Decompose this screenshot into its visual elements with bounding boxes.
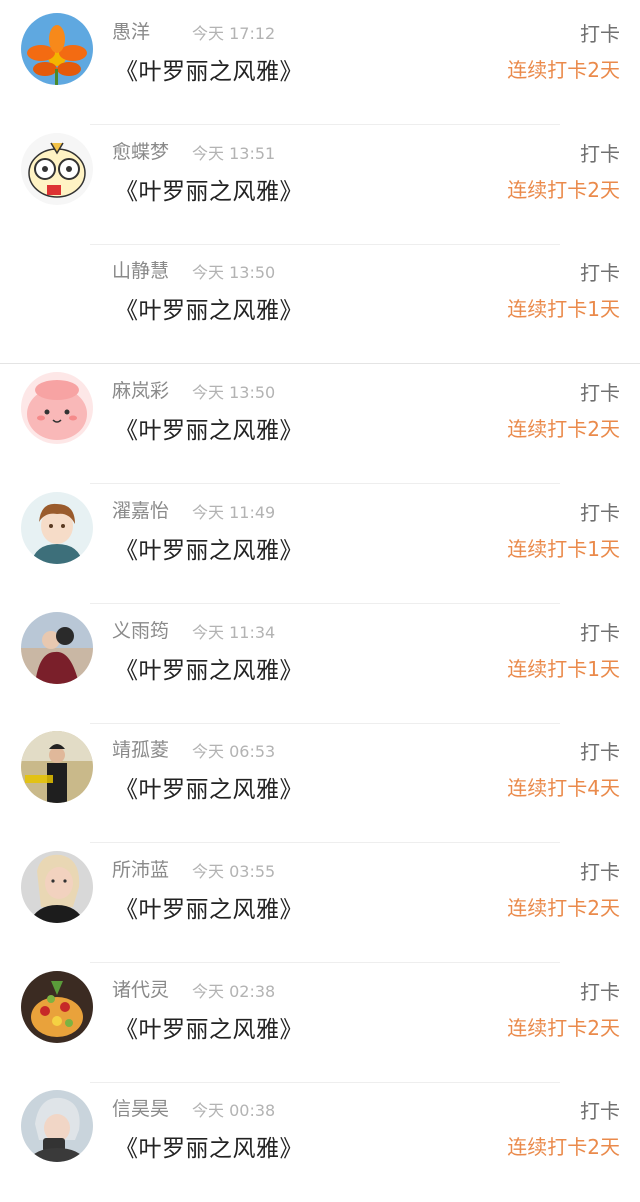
post-time: 今天 13:50 — [192, 263, 276, 282]
avatar[interactable] — [21, 252, 93, 324]
checkin-row[interactable]: 愈蝶梦 今天 13:51 《叶罗丽之风雅》 打卡连续打卡2天 — [0, 125, 640, 245]
avatar[interactable] — [21, 731, 93, 803]
checkin-row[interactable]: 诸代灵 今天 02:38 《叶罗丽之风雅》 打卡连续打卡2天 — [0, 963, 640, 1083]
checkin-label: 打卡 — [580, 142, 620, 166]
checkin-label: 打卡 — [580, 740, 620, 764]
streak-label: 连续打卡1天 — [507, 657, 620, 681]
post-time: 今天 02:38 — [192, 982, 276, 1001]
user-name[interactable]: 愈蝶梦 — [112, 137, 169, 164]
checkin-label: 打卡 — [580, 621, 620, 645]
book-title[interactable]: 《叶罗丽之风雅》 — [115, 1010, 303, 1044]
post-time: 今天 13:50 — [192, 383, 276, 402]
user-name[interactable]: 山静慧 — [112, 256, 169, 283]
checkin-row[interactable]: 麻岚彩 今天 13:50 《叶罗丽之风雅》 打卡连续打卡2天 — [0, 364, 640, 484]
streak-label: 连续打卡4天 — [507, 776, 620, 800]
post-time: 今天 00:38 — [192, 1101, 276, 1120]
user-name[interactable]: 诸代灵 — [112, 975, 169, 1002]
post-time: 今天 13:51 — [192, 144, 276, 163]
checkin-label: 打卡 — [580, 261, 620, 285]
streak-label: 连续打卡2天 — [507, 1135, 620, 1159]
book-title[interactable]: 《叶罗丽之风雅》 — [115, 291, 303, 325]
avatar[interactable] — [21, 1090, 93, 1162]
streak-label: 连续打卡2天 — [507, 58, 620, 82]
book-title[interactable]: 《叶罗丽之风雅》 — [115, 52, 303, 86]
avatar[interactable] — [21, 133, 93, 205]
post-time: 今天 17:12 — [192, 24, 276, 43]
post-time: 今天 11:34 — [192, 623, 276, 642]
book-title[interactable]: 《叶罗丽之风雅》 — [115, 531, 303, 565]
checkin-label: 打卡 — [580, 980, 620, 1004]
user-name[interactable]: 信昊昊 — [112, 1094, 169, 1121]
book-title[interactable]: 《叶罗丽之风雅》 — [115, 172, 303, 206]
checkin-row[interactable]: 愚洋 今天 17:12 《叶罗丽之风雅》 打卡连续打卡2天 — [0, 5, 640, 125]
book-title[interactable]: 《叶罗丽之风雅》 — [115, 770, 303, 804]
avatar[interactable] — [21, 372, 93, 444]
streak-label: 连续打卡2天 — [507, 896, 620, 920]
user-name[interactable]: 所沛蓝 — [112, 855, 169, 882]
avatar[interactable] — [21, 492, 93, 564]
book-title[interactable]: 《叶罗丽之风雅》 — [115, 651, 303, 685]
streak-label: 连续打卡1天 — [507, 537, 620, 561]
checkin-row[interactable]: 濯嘉怡 今天 11:49 《叶罗丽之风雅》 打卡连续打卡1天 — [0, 484, 640, 604]
checkin-list: 愚洋 今天 17:12 《叶罗丽之风雅》 打卡 连续打卡2天 愈蝶梦 今天 13:51 《叶罗… — [0, 0, 640, 1167]
streak-label: 连续打卡2天 — [507, 178, 620, 202]
checkin-label: 打卡 — [580, 22, 620, 46]
avatar[interactable] — [21, 13, 93, 85]
avatar[interactable] — [21, 971, 93, 1043]
checkin-row[interactable]: 所沛蓝 今天 03:55 《叶罗丽之风雅》 打卡连续打卡2天 — [0, 843, 640, 963]
streak-label: 连续打卡1天 — [507, 297, 620, 321]
streak-label: 连续打卡2天 — [507, 1016, 620, 1040]
post-time: 今天 11:49 — [192, 503, 276, 522]
avatar[interactable] — [21, 851, 93, 923]
checkin-row[interactable]: 山静慧 今天 13:50 《叶罗丽之风雅》 打卡连续打卡1天 — [0, 244, 640, 364]
user-name[interactable]: 靖孤菱 — [112, 735, 169, 762]
book-title[interactable]: 《叶罗丽之风雅》 — [115, 411, 303, 445]
user-name[interactable]: 愚洋 — [112, 17, 150, 44]
streak-label: 连续打卡2天 — [507, 417, 620, 441]
user-name[interactable]: 义雨筠 — [112, 616, 169, 643]
checkin-label: 打卡 — [580, 501, 620, 525]
checkin-label: 打卡 — [580, 1099, 620, 1123]
book-title[interactable]: 《叶罗丽之风雅》 — [115, 890, 303, 924]
user-name[interactable]: 麻岚彩 — [112, 376, 169, 403]
post-time: 今天 06:53 — [192, 742, 276, 761]
checkin-row[interactable]: 靖孤菱 今天 06:53 《叶罗丽之风雅》 打卡连续打卡4天 — [0, 723, 640, 843]
avatar[interactable] — [21, 612, 93, 684]
checkin-row[interactable]: 信昊昊 今天 00:38 《叶罗丽之风雅》 打卡连续打卡2天 — [0, 1082, 640, 1202]
user-name[interactable]: 濯嘉怡 — [112, 496, 169, 523]
book-title[interactable]: 《叶罗丽之风雅》 — [115, 1129, 303, 1163]
post-time: 今天 03:55 — [192, 862, 276, 881]
checkin-label: 打卡 — [580, 381, 620, 405]
checkin-label: 打卡 — [580, 860, 620, 884]
checkin-row[interactable]: 义雨筠 今天 11:34 《叶罗丽之风雅》 打卡连续打卡1天 — [0, 604, 640, 724]
